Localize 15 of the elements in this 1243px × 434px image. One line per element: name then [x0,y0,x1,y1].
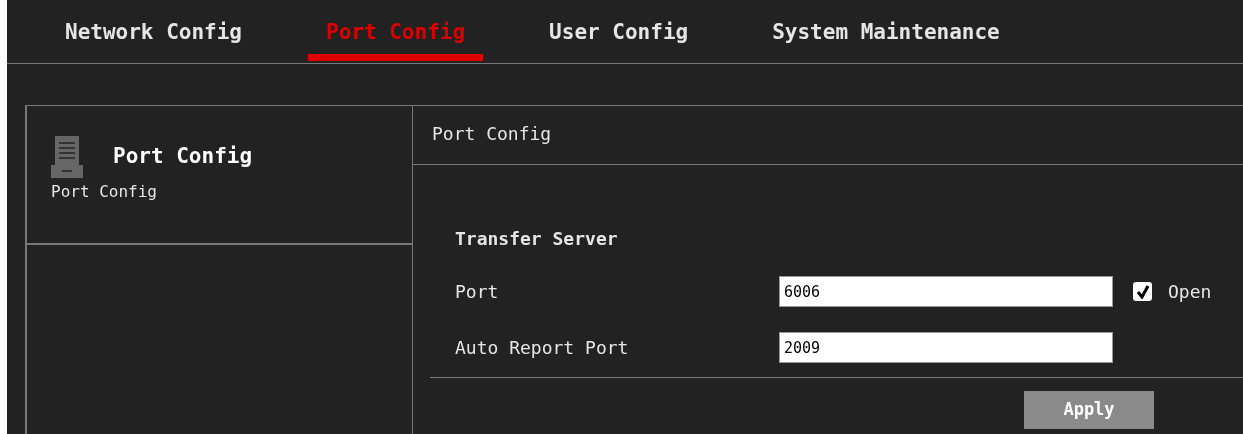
section-title: Transfer Server [455,227,618,251]
panel-title: Port Config [432,123,552,144]
sidebar-item[interactable]: Port Config [51,180,157,204]
document-tray-icon [51,136,83,178]
port-field[interactable]: 6006 [779,276,1113,307]
nav-tab[interactable]: User Config [531,0,707,61]
checkbox-label: Open [1168,280,1212,304]
field-label: Port [455,280,500,304]
nav-tab[interactable]: Network Config [47,0,260,61]
field-label: Auto Report Port [455,336,630,360]
sidebar-title: Port Config [113,143,253,171]
checkmark-icon [1135,284,1150,299]
port-field[interactable]: 2009 [779,332,1113,363]
checkbox[interactable] [1133,282,1152,301]
nav-tab[interactable]: System Maintenance [754,0,1018,61]
